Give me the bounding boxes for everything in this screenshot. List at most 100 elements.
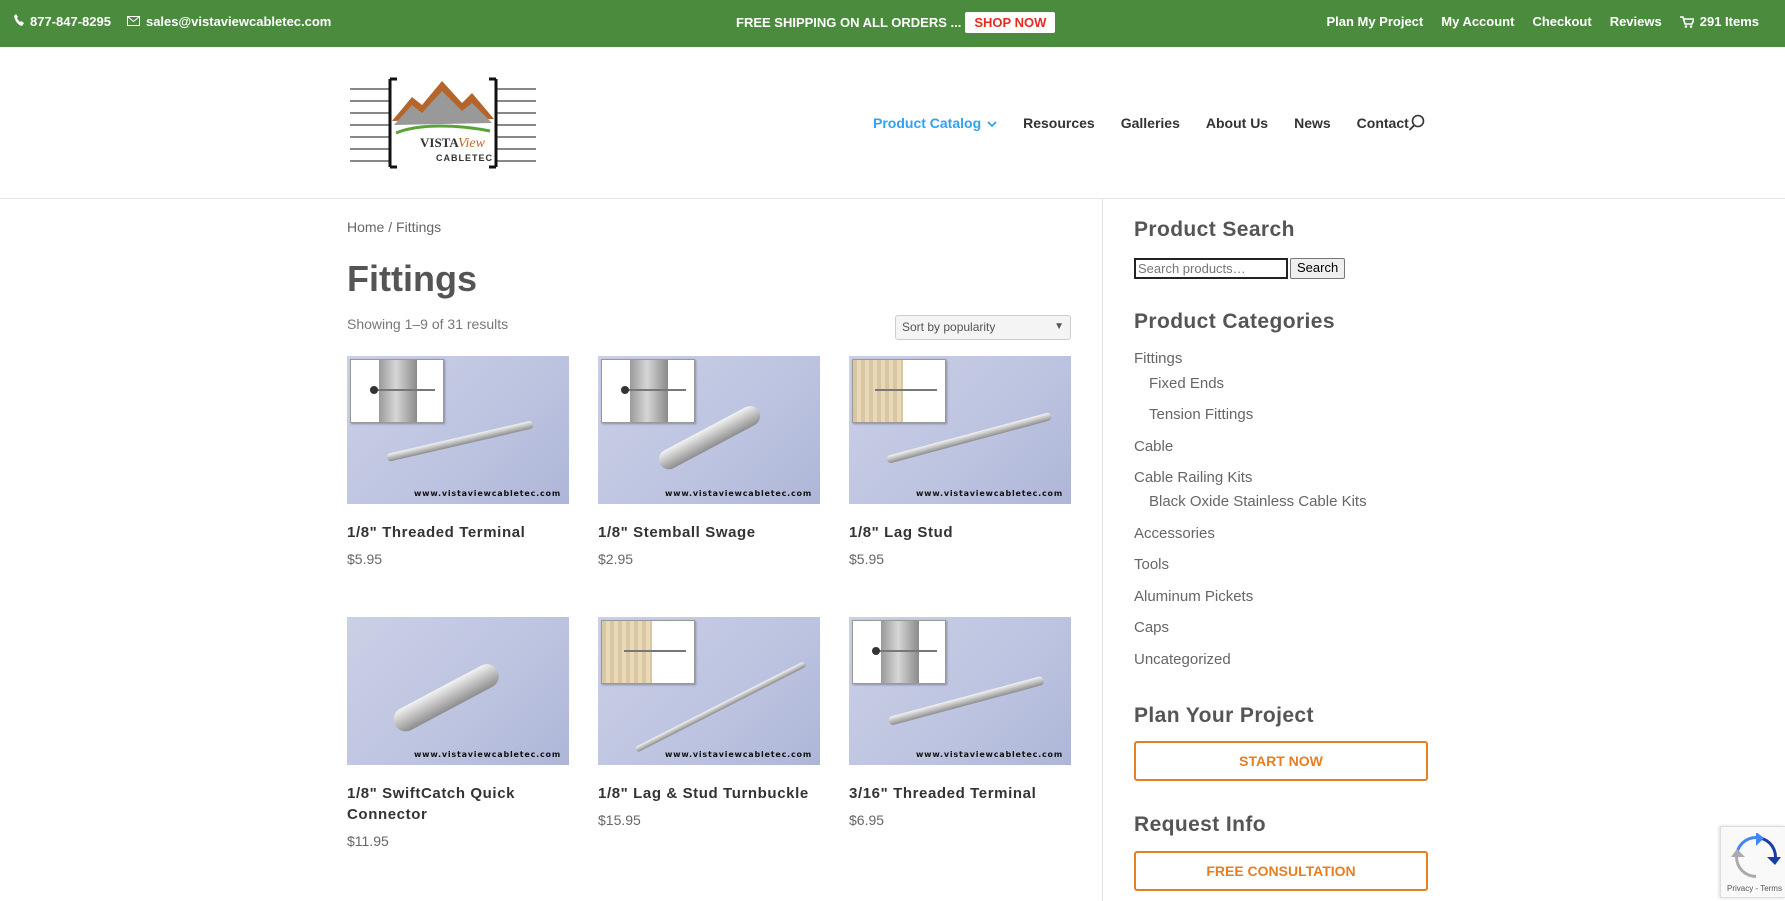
page-title: Fittings [347,258,477,299]
category-uncategorized[interactable]: Uncategorized [1134,651,1231,668]
category-cable-railing-kits[interactable]: Cable Railing Kits [1134,469,1252,486]
logo-cabletec: CABLETEC [436,153,493,163]
nav-product-catalog-label: Product Catalog [873,115,982,131]
product-name[interactable]: 1/8" Lag & Stud Turnbuckle [598,783,820,804]
free-consultation-button[interactable]: FREE CONSULTATION [1134,851,1428,891]
product-card[interactable]: www.vistaviewcabletec.com 1/8" Threaded … [347,356,569,567]
request-info-title: Request Info [1134,813,1266,836]
nav-about-us[interactable]: About Us [1206,115,1268,131]
product-name[interactable]: 1/8" Threaded Terminal [347,522,569,543]
plan-project-title: Plan Your Project [1134,704,1314,727]
search-button[interactable]: Search [1290,258,1346,279]
product-card[interactable]: www.vistaviewcabletec.com 3/16" Threaded… [849,617,1071,828]
installation-inset [852,620,946,684]
watermark: www.vistaviewcabletec.com [915,750,1063,759]
sort-selected: Sort by popularity [902,320,996,334]
product-image[interactable]: www.vistaviewcabletec.com [598,617,820,765]
nav-galleries[interactable]: Galleries [1121,115,1180,131]
phone-icon [14,14,24,29]
product-image[interactable]: www.vistaviewcabletec.com [598,356,820,504]
email-link[interactable]: sales@vistaviewcabletec.com [126,14,332,29]
installation-inset [601,620,695,684]
main-nav: Product Catalog Resources Galleries Abou… [873,115,1409,131]
product-price: $5.95 [849,551,885,567]
logo-view: View [458,136,486,151]
product-search-form: Search products… Search [1134,258,1346,279]
product-name[interactable]: 3/16" Threaded Terminal [849,783,1071,804]
watermark: www.vistaviewcabletec.com [413,489,561,498]
start-now-button[interactable]: START NOW [1134,741,1428,781]
reviews-link[interactable]: Reviews [1610,14,1662,29]
installation-inset [601,359,695,423]
promo-banner: FREE SHIPPING ON ALL ORDERS ... SHOP NOW [736,12,1056,33]
product-search-title: Product Search [1134,218,1295,241]
product-price: $15.95 [598,812,641,828]
product-price: $5.95 [347,551,383,567]
logo-vista: VISTA [420,135,459,150]
sidebar-divider [1102,199,1103,901]
product-categories-title: Product Categories [1134,310,1335,333]
sort-select[interactable]: Sort by popularity ▼ [895,315,1071,340]
nav-product-catalog[interactable]: Product Catalog [873,115,997,131]
product-name[interactable]: 1/8" Stemball Swage [598,522,820,543]
recaptcha-badge[interactable]: Privacy - Terms [1720,826,1785,898]
phone-link[interactable]: 877-847-8295 [14,14,111,29]
promo-text: FREE SHIPPING ON ALL ORDERS ... [736,15,962,30]
email-address: sales@vistaviewcabletec.com [145,14,332,29]
installation-inset [350,359,444,423]
search-icon[interactable] [1407,113,1427,133]
product-image[interactable]: www.vistaviewcabletec.com [347,356,569,504]
product-card[interactable]: www.vistaviewcabletec.com 1/8" Lag Stud … [849,356,1071,567]
recaptcha-icon [1731,833,1781,878]
nav-resources[interactable]: Resources [1023,115,1095,131]
product-card[interactable]: www.vistaviewcabletec.com 1/8" SwiftCatc… [347,617,569,849]
breadcrumb-separator: / [384,219,397,235]
watermark: www.vistaviewcabletec.com [915,489,1063,498]
category-accessories[interactable]: Accessories [1134,525,1215,542]
site-logo[interactable]: VISTA View CABLETEC [350,73,536,173]
product-search-input[interactable]: Search products… [1134,258,1288,279]
result-count: Showing 1–9 of 31 results [347,316,509,332]
category-fixed-ends[interactable]: Fixed Ends [1149,375,1224,392]
breadcrumb-current: Fittings [396,219,442,235]
installation-inset [852,359,946,423]
product-card[interactable]: www.vistaviewcabletec.com 1/8" Lag & Stu… [598,617,820,828]
category-black-oxide-kits[interactable]: Black Oxide Stainless Cable Kits [1149,493,1367,510]
product-price: $6.95 [849,812,885,828]
product-image[interactable]: www.vistaviewcabletec.com [849,356,1071,504]
category-tension-fittings[interactable]: Tension Fittings [1149,406,1253,423]
plan-my-project-link[interactable]: Plan My Project [1326,14,1423,29]
checkout-link[interactable]: Checkout [1532,14,1591,29]
my-account-link[interactable]: My Account [1441,14,1514,29]
top-bar: 877-847-8295 sales@vistaviewcabletec.com… [0,0,1785,47]
nav-contact[interactable]: Contact [1357,115,1409,131]
category-tools[interactable]: Tools [1134,556,1169,573]
category-fittings[interactable]: Fittings [1134,350,1182,367]
watermark: www.vistaviewcabletec.com [664,489,812,498]
site-header: VISTA View CABLETEC Product Catalog Reso… [0,47,1785,199]
product-image[interactable]: www.vistaviewcabletec.com [347,617,569,765]
product-name[interactable]: 1/8" Lag Stud [849,522,1071,543]
fitting-shape [386,420,535,462]
chevron-down-icon [987,115,997,131]
cart-count: 291 Items [1699,14,1759,29]
product-name[interactable]: 1/8" SwiftCatch Quick Connector [347,783,569,825]
product-image[interactable]: www.vistaviewcabletec.com [849,617,1071,765]
cart-icon [1679,15,1694,28]
envelope-icon [126,14,140,29]
category-caps[interactable]: Caps [1134,619,1169,636]
top-links: Plan My Project My Account Checkout Revi… [1326,14,1759,29]
category-aluminum-pickets[interactable]: Aluminum Pickets [1134,588,1253,605]
nav-news[interactable]: News [1294,115,1331,131]
breadcrumb-home[interactable]: Home [347,219,384,235]
cart-link[interactable]: 291 Items [1679,14,1759,29]
contact-info: 877-847-8295 sales@vistaviewcabletec.com [14,14,331,29]
recaptcha-text[interactable]: Privacy - Terms [1727,884,1782,893]
phone-number: 877-847-8295 [30,14,111,29]
shop-now-button[interactable]: SHOP NOW [965,12,1056,33]
category-cable[interactable]: Cable [1134,438,1173,455]
breadcrumb: Home / Fittings [347,219,441,235]
fitting-shape [389,659,504,736]
product-card[interactable]: www.vistaviewcabletec.com 1/8" Stemball … [598,356,820,567]
product-price: $11.95 [347,833,389,849]
